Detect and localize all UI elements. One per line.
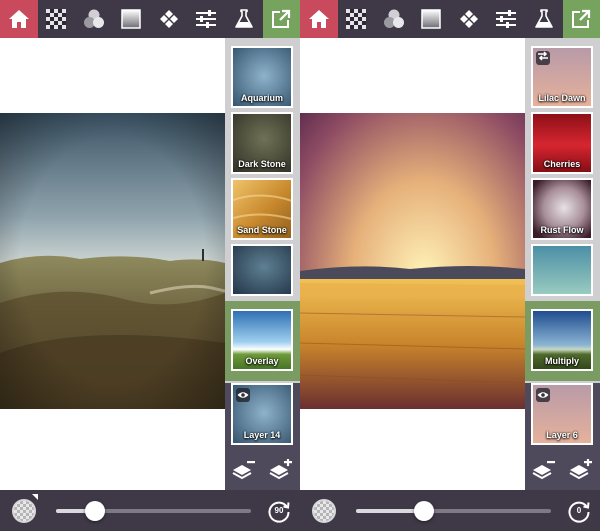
export-icon [571, 9, 591, 29]
border-tool-button[interactable] [150, 0, 188, 38]
editor-screen-right: Lilac Dawn Cherries Rust Flow Multiply L… [300, 0, 600, 531]
color-circles-icon [383, 9, 405, 29]
export-button[interactable] [262, 0, 300, 38]
export-button[interactable] [562, 0, 600, 38]
layers-minus-icon [532, 460, 556, 485]
texture-tile[interactable] [531, 244, 593, 296]
texture-tile[interactable]: Aquarium [231, 46, 293, 108]
bottom-bar: 0 [300, 490, 600, 531]
texture-thumbnail [533, 246, 591, 294]
texture-tool-button[interactable] [38, 0, 76, 38]
editor-screen-left: Aquarium Dark Stone Sand Stone Overlay L… [0, 0, 300, 531]
corner-indicator-icon [32, 494, 38, 500]
flask-icon [234, 9, 254, 29]
texture-tile[interactable]: Rust Flow [531, 178, 593, 240]
rotation-value: 90 [274, 506, 284, 515]
opacity-slider[interactable] [356, 501, 551, 521]
diamond-grid-icon [459, 9, 479, 29]
rotation-value: 0 [576, 506, 582, 515]
shuffle-arrows-icon [537, 49, 549, 67]
layer-label: Layer 14 [243, 430, 281, 440]
home-button[interactable] [300, 0, 338, 38]
home-icon [308, 9, 330, 29]
slider-thumb[interactable] [414, 501, 435, 521]
texture-tile[interactable]: Cherries [531, 112, 593, 174]
layers-plus-icon [569, 457, 593, 485]
texture-tile[interactable]: Sand Stone [231, 178, 293, 240]
export-icon [271, 9, 291, 29]
edited-photo-field[interactable] [300, 113, 525, 409]
adjust-tool-button[interactable] [188, 0, 226, 38]
texture-label: Dark Stone [238, 159, 286, 169]
diamond-grid-icon [159, 9, 179, 29]
texture-tile[interactable]: Lilac Dawn [531, 46, 593, 108]
eye-icon [537, 386, 549, 404]
layer-label: Layer 6 [546, 430, 578, 440]
slider-thumb[interactable] [85, 501, 105, 521]
layer-actions [225, 455, 300, 489]
texture-label: Aquarium [240, 93, 283, 103]
layer-panel: Layer 14 [225, 383, 300, 490]
checkerboard-icon [346, 9, 367, 29]
shuffle-badge[interactable] [536, 51, 550, 65]
layer-panel: Layer 6 [525, 383, 600, 490]
blend-mode-label: Overlay [245, 356, 279, 366]
layer-visibility-toggle[interactable] [536, 388, 550, 402]
blend-mode-label: Multiply [545, 356, 579, 366]
checkerboard-icon [46, 9, 67, 29]
photo-canvas[interactable] [300, 38, 525, 490]
gradient-tool-button[interactable] [413, 0, 451, 38]
gradient-tool-button[interactable] [113, 0, 151, 38]
adjust-tool-button[interactable] [488, 0, 526, 38]
opacity-mode-button[interactable] [12, 499, 36, 523]
opacity-mode-button[interactable] [312, 499, 336, 523]
texture-label: Cherries [543, 159, 581, 169]
home-icon [8, 9, 30, 29]
texture-tile[interactable] [231, 244, 293, 296]
texture-tool-button[interactable] [338, 0, 376, 38]
edited-photo-dunes[interactable] [0, 113, 225, 409]
texture-label: Rust Flow [540, 225, 584, 235]
effects-tool-button[interactable] [525, 0, 563, 38]
blend-mode-tile[interactable]: Multiply [531, 309, 593, 371]
texture-label: Sand Stone [237, 225, 287, 235]
texture-label: Lilac Dawn [538, 93, 586, 103]
effects-tool-button[interactable] [225, 0, 263, 38]
gradient-square-icon [121, 9, 141, 29]
rotate-button[interactable]: 0 [566, 498, 592, 524]
photo-canvas[interactable] [0, 38, 225, 490]
texture-tile[interactable]: Dark Stone [231, 112, 293, 174]
layer-tile[interactable]: Layer 6 [531, 383, 593, 445]
layers-minus-icon [232, 460, 256, 485]
add-layer-button[interactable] [569, 457, 593, 486]
color-tool-button[interactable] [375, 0, 413, 38]
color-tool-button[interactable] [75, 0, 113, 38]
layer-tile[interactable]: Layer 14 [231, 383, 293, 445]
border-tool-button[interactable] [450, 0, 488, 38]
adjust-sliders-icon [195, 9, 217, 29]
texture-panel: Lilac Dawn Cherries Rust Flow Multiply L… [525, 38, 600, 490]
layers-plus-icon [269, 457, 293, 485]
layer-actions [525, 455, 600, 489]
top-toolbar [0, 0, 300, 38]
gradient-square-icon [421, 9, 441, 29]
remove-layer-button[interactable] [532, 459, 556, 486]
blend-mode-tile[interactable]: Overlay [231, 309, 293, 371]
remove-layer-button[interactable] [232, 459, 256, 486]
home-button[interactable] [0, 0, 38, 38]
eye-icon [237, 386, 249, 404]
flask-icon [534, 9, 554, 29]
texture-panel: Aquarium Dark Stone Sand Stone Overlay L… [225, 38, 300, 490]
color-circles-icon [83, 9, 105, 29]
add-layer-button[interactable] [269, 457, 293, 486]
opacity-slider[interactable] [56, 501, 251, 521]
rotate-button[interactable]: 90 [266, 498, 292, 524]
texture-thumbnail [233, 246, 291, 294]
layer-visibility-toggle[interactable] [236, 388, 250, 402]
bottom-bar: 90 [0, 490, 300, 531]
top-toolbar [300, 0, 600, 38]
adjust-sliders-icon [495, 9, 517, 29]
